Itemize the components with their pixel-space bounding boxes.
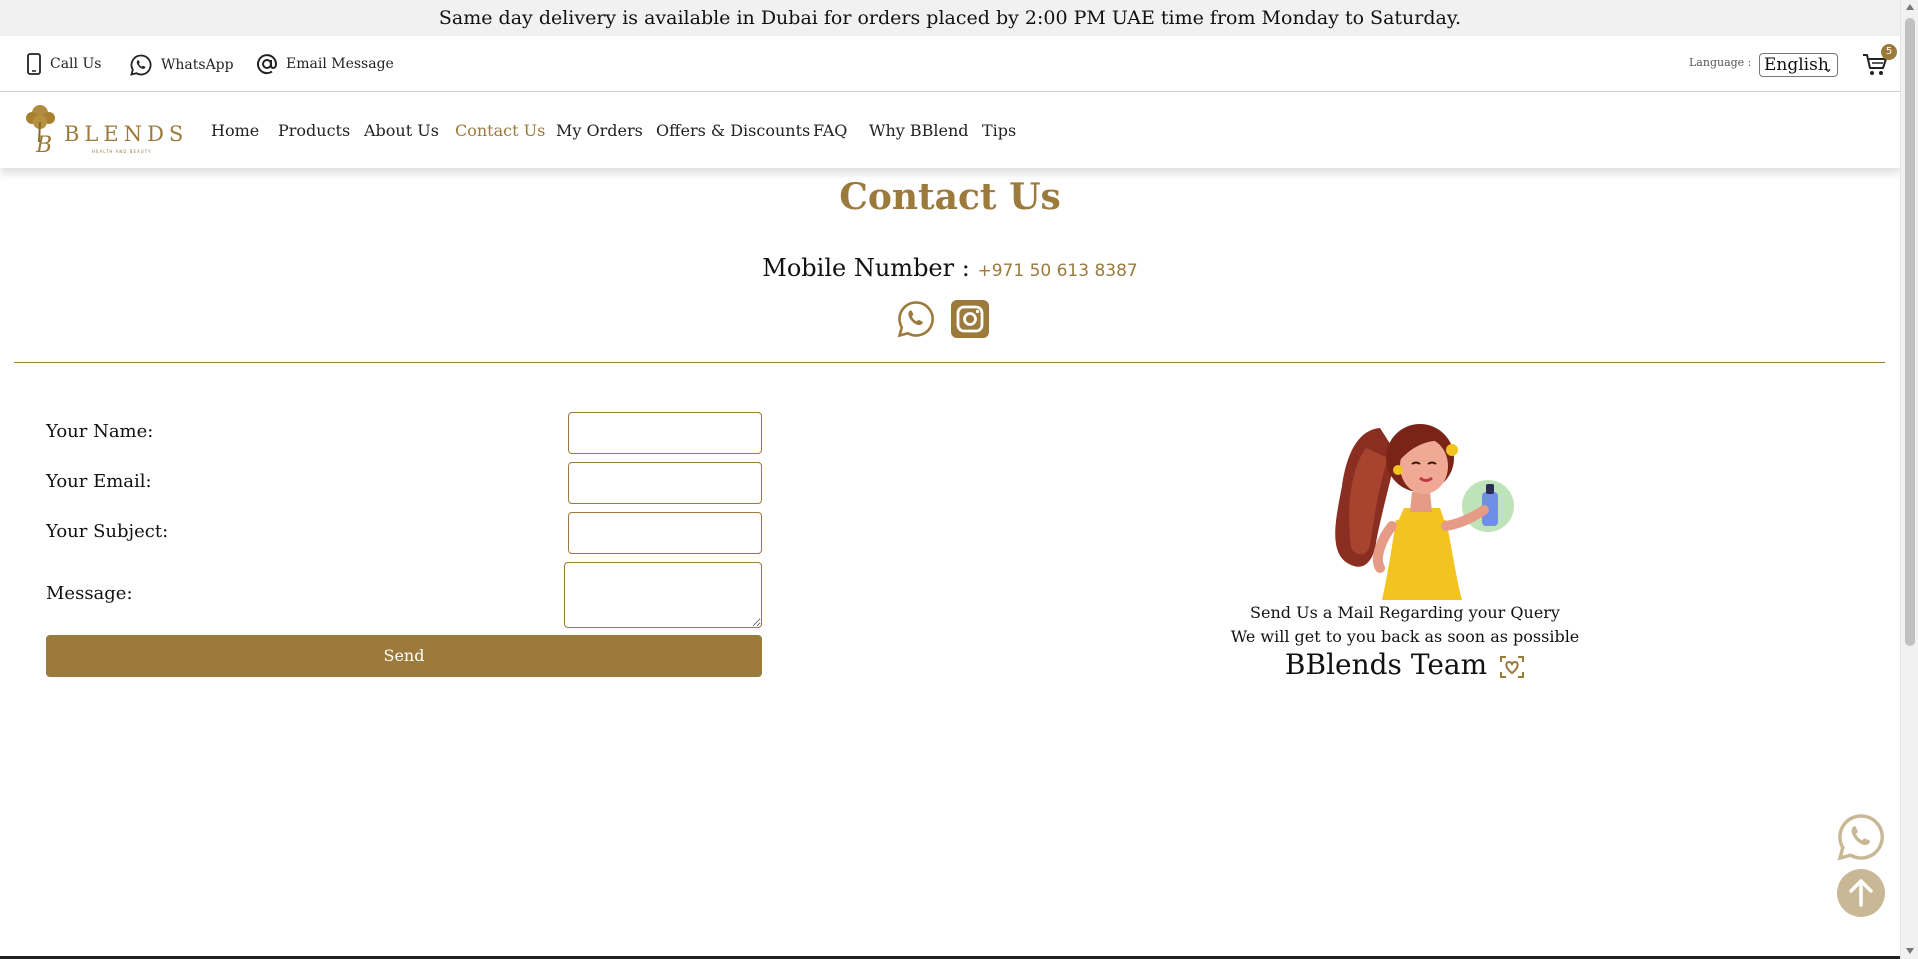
chevron-down-icon: ⌄ [1822, 61, 1833, 75]
logo-monogram: B [35, 133, 52, 158]
nav-tips[interactable]: Tips [982, 121, 1016, 140]
email-label: Your Email: [46, 471, 152, 492]
scrollbar-thumb[interactable] [1905, 18, 1915, 646]
whatsapp-icon [130, 54, 152, 76]
scroll-up-arrow-icon[interactable] [1906, 4, 1914, 10]
nav-offers-discounts[interactable]: Offers & Discounts [656, 121, 810, 140]
team-signature: BBlends Team [1150, 648, 1660, 681]
heart-icon [1500, 655, 1525, 678]
nav-contact-us[interactable]: Contact Us [455, 121, 545, 140]
whatsapp-label: WhatsApp [161, 57, 234, 73]
nav-my-orders[interactable]: My Orders [556, 121, 643, 140]
email-input[interactable] [568, 462, 762, 504]
at-sign-icon [257, 54, 278, 75]
language-select[interactable]: English ⌄ [1759, 53, 1838, 77]
logo-wordmark: BLENDS [64, 122, 182, 146]
email-message-label: Email Message [286, 56, 394, 72]
mobile-number-label: Mobile Number : [762, 254, 970, 282]
logo-tagline: HEALTH AND BEAUTY [92, 149, 152, 154]
scroll-to-top-button[interactable] [1837, 869, 1885, 917]
section-divider [14, 362, 1885, 363]
query-note-line2: We will get to you back as soon as possi… [1230, 627, 1580, 646]
nav-faq[interactable]: FAQ [813, 121, 847, 140]
subject-label: Your Subject: [46, 521, 169, 542]
email-message-link[interactable]: Email Message [256, 53, 394, 75]
page-scrollbar[interactable] [1900, 0, 1918, 959]
instagram-icon[interactable] [951, 300, 989, 338]
floating-whatsapp-button[interactable] [1837, 813, 1885, 861]
cart-count-badge: 5 [1881, 44, 1897, 60]
message-label: Message: [46, 583, 133, 604]
phone-icon [27, 53, 41, 75]
mobile-number-link[interactable]: +971 50 613 8387 [977, 261, 1137, 281]
nav-products[interactable]: Products [278, 121, 350, 140]
query-note-line1: Send Us a Mail Regarding your Query [1250, 603, 1560, 622]
call-us-link[interactable]: Call Us [26, 53, 101, 75]
send-button[interactable]: Send [46, 635, 762, 677]
nav-why-bblend[interactable]: Why BBlend [869, 121, 969, 140]
nav-home[interactable]: Home [211, 121, 259, 140]
page-title: Contact Us [839, 176, 1061, 218]
name-input[interactable] [568, 412, 762, 454]
team-name: BBlends Team [1284, 648, 1488, 681]
scroll-down-arrow-icon[interactable] [1906, 948, 1914, 954]
language-label: Language : [1689, 56, 1752, 69]
whatsapp-social-icon[interactable] [897, 300, 935, 338]
woman-illustration [1335, 424, 1514, 600]
mobile-number-line: Mobile Number : +971 50 613 8387 [0, 254, 1900, 282]
subject-input[interactable] [568, 512, 762, 554]
message-textarea[interactable] [564, 562, 762, 628]
main-navbar: B BLENDS HEALTH AND BEAUTY Home Products… [0, 92, 1900, 168]
language-value: English [1764, 55, 1829, 75]
top-utility-bar: Call Us WhatsApp Email Message Language … [0, 36, 1900, 92]
brand-logo[interactable]: B BLENDS HEALTH AND BEAUTY [22, 100, 182, 160]
nav-about-us[interactable]: About Us [364, 121, 439, 140]
call-us-label: Call Us [50, 56, 102, 72]
arrow-up-icon [1849, 879, 1873, 907]
announcement-bar: Same day delivery is available in Dubai … [0, 0, 1900, 36]
name-label: Your Name: [46, 421, 154, 442]
whatsapp-link[interactable]: WhatsApp [129, 53, 234, 77]
